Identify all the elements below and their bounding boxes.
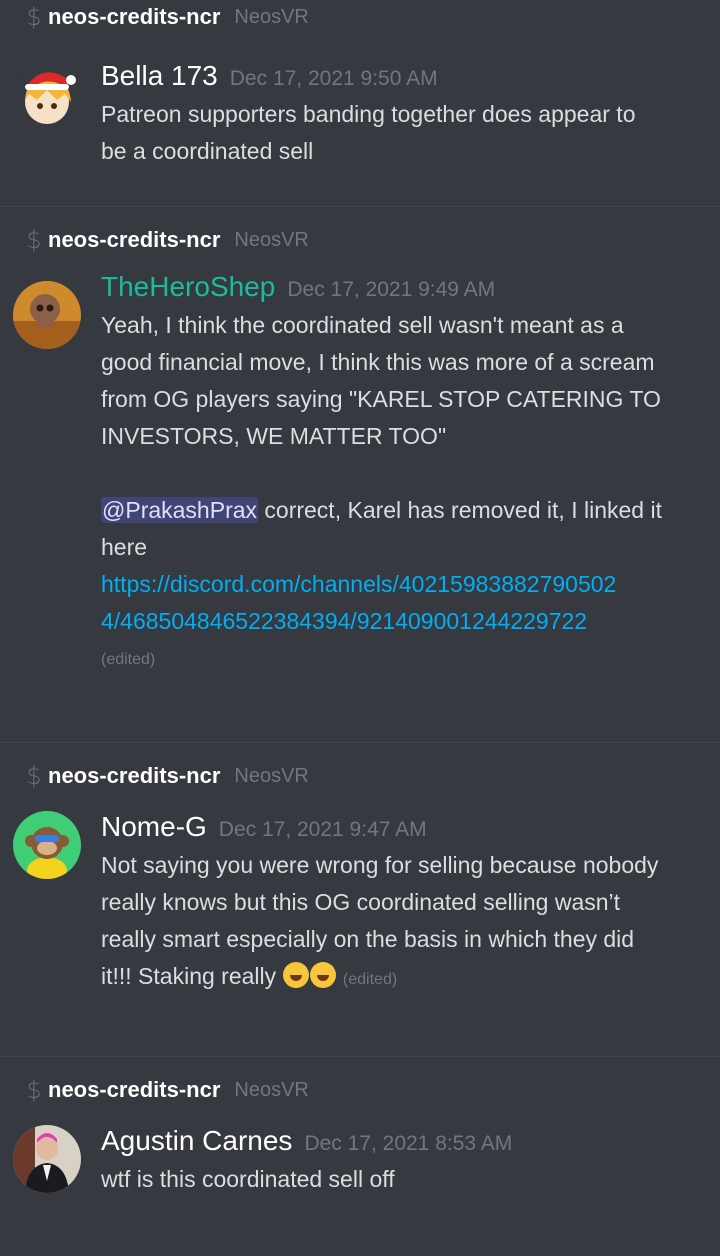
message: Bella 173 Dec 17, 2021 9:50 AM Patreon s…: [0, 60, 720, 170]
avatar[interactable]: [13, 60, 81, 128]
avatar[interactable]: [13, 1125, 81, 1193]
server-name: NeosVR: [234, 1078, 309, 1101]
text-line: be a coordinated sell: [101, 138, 314, 164]
timestamp: Dec 17, 2021 9:50 AM: [229, 67, 438, 90]
text-line: it!!! Staking really (edited): [101, 958, 702, 998]
text-line: Not saying you were wrong for selling be…: [101, 852, 659, 878]
text-span: correct, Karel has removed it, I linked …: [258, 497, 662, 523]
text-line: really smart especially on the basis in …: [101, 926, 635, 952]
text-span: it!!! Staking really: [101, 963, 283, 989]
server-name: NeosVR: [234, 5, 309, 28]
text-line: from OG players saying "KAREL STOP CATER…: [101, 386, 661, 412]
edited-label: (edited): [101, 651, 156, 668]
message: Nome-G Dec 17, 2021 9:47 AM Not saying y…: [0, 811, 720, 998]
channel-name[interactable]: neos-credits-ncr: [48, 763, 220, 789]
text-line: Yeah, I think the coordinated sell wasn'…: [101, 312, 624, 338]
text-line: Patreon supporters banding together does…: [101, 101, 636, 127]
author-name[interactable]: TheHeroShep: [101, 271, 275, 303]
link-line[interactable]: 4/468504846522384394/921409001244229722: [101, 603, 702, 640]
channel-name[interactable]: neos-credits-ncr: [48, 4, 220, 30]
channel-name[interactable]: neos-credits-ncr: [48, 227, 220, 253]
channel-row[interactable]: $ neos-credits-ncr NeosVR: [0, 759, 720, 793]
dollar-icon: $: [26, 3, 42, 31]
avatar[interactable]: [13, 281, 81, 349]
message-text: Yeah, I think the coordinated sell wasn'…: [101, 307, 702, 680]
author-name[interactable]: Agustin Carnes: [101, 1125, 292, 1157]
text-line: here: [101, 534, 148, 560]
channel-row[interactable]: $ neos-credits-ncr NeosVR: [0, 1073, 720, 1107]
channel-row[interactable]: $ neos-credits-ncr NeosVR: [0, 0, 720, 34]
server-name: NeosVR: [234, 764, 309, 787]
text-line: @PrakashPrax correct, Karel has removed …: [101, 492, 702, 529]
author-name[interactable]: Bella 173: [101, 60, 218, 92]
edited-label: (edited): [342, 971, 398, 988]
message-block: $ neos-credits-ncr NeosVR Agustin Carnes…: [0, 1073, 720, 1256]
divider: [0, 1056, 720, 1057]
text-line: wtf is this coordinated sell off: [101, 1166, 395, 1192]
timestamp: Dec 17, 2021 9:49 AM: [287, 278, 496, 301]
message-text: Patreon supporters banding together does…: [101, 96, 702, 170]
message-text: Not saying you were wrong for selling be…: [101, 847, 702, 998]
timestamp: Dec 17, 2021 8:53 AM: [304, 1132, 513, 1155]
link-line[interactable]: https://discord.com/channels/40215983882…: [101, 566, 702, 603]
message-block: $ neos-credits-ncr NeosVR Bella 173 Dec …: [0, 0, 720, 206]
text-line: INVESTORS, WE MATTER TOO": [101, 423, 447, 449]
message-text: wtf is this coordinated sell off: [101, 1161, 702, 1198]
divider: [0, 742, 720, 743]
message-link[interactable]: https://discord.com/channels/40215983882…: [101, 566, 702, 640]
user-mention[interactable]: @PrakashPrax: [101, 497, 259, 523]
channel-row[interactable]: $ neos-credits-ncr NeosVR: [0, 223, 720, 257]
avatar[interactable]: [13, 811, 81, 879]
text-line: really knows but this OG coordinated sel…: [101, 889, 621, 915]
rofl-emoji-icon: [309, 962, 336, 988]
message: Agustin Carnes Dec 17, 2021 8:53 AM wtf …: [0, 1125, 720, 1198]
message-block: $ neos-credits-ncr NeosVR TheHeroShep De…: [0, 223, 720, 742]
rofl-emoji-icon: [282, 962, 309, 988]
divider: [0, 206, 720, 207]
dollar-icon: $: [26, 762, 42, 790]
message: TheHeroShep Dec 17, 2021 9:49 AM Yeah, I…: [0, 271, 720, 680]
message-block: $ neos-credits-ncr NeosVR Nome-G Dec 17,…: [0, 759, 720, 1056]
text-line: good financial move, I think this was mo…: [101, 349, 655, 375]
server-name: NeosVR: [234, 228, 309, 251]
dollar-icon: $: [26, 226, 42, 254]
dollar-icon: $: [26, 1076, 42, 1104]
channel-name[interactable]: neos-credits-ncr: [48, 1077, 220, 1103]
author-name[interactable]: Nome-G: [101, 811, 207, 843]
timestamp: Dec 17, 2021 9:47 AM: [218, 818, 427, 841]
